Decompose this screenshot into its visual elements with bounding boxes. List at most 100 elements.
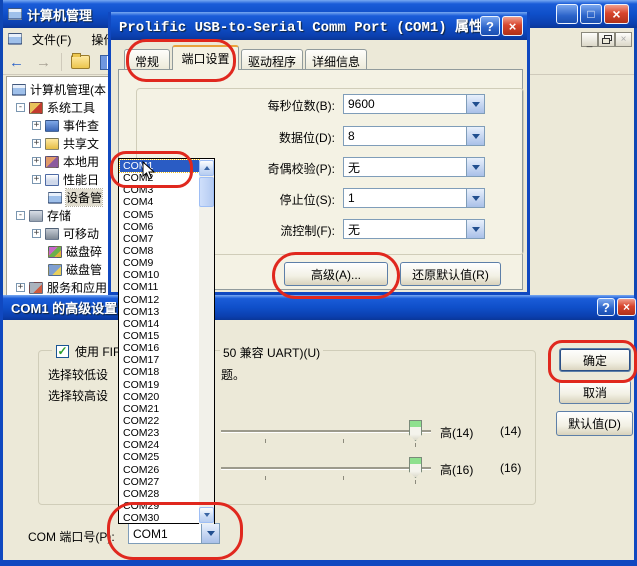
expand-icon[interactable]: + [16,283,25,292]
dropdown-item-com9[interactable]: COM9 [120,257,199,269]
shared-folders-icon [45,138,59,150]
expand-icon[interactable]: + [32,175,41,184]
chevron-down-icon[interactable] [466,127,484,145]
data-bits-combobox[interactable]: 8 [343,126,485,146]
expand-icon[interactable]: + [32,157,41,166]
bits-per-second-combobox[interactable]: 9600 [343,94,485,114]
dropdown-item-com10[interactable]: COM10 [120,269,199,281]
expand-icon[interactable]: + [32,229,41,238]
fifo-caption-right: 50 兼容 UART)(U) [220,344,323,361]
tree-item-shared-folders[interactable]: + 共享文 [32,135,99,152]
tree-item-removable-storage[interactable]: + 可移动 [32,225,99,242]
tab-details[interactable]: 详细信息 [305,49,367,70]
expand-icon[interactable]: + [32,139,41,148]
dialog-close-button[interactable]: × [617,298,636,316]
field-label-databits: 数据位(D): [215,129,335,146]
chevron-down-icon[interactable] [466,158,484,176]
tree-item-event-viewer[interactable]: + 事件查 [32,117,99,134]
dropdown-item-com6[interactable]: COM6 [120,221,199,233]
dropdown-item-com13[interactable]: COM13 [120,306,199,318]
restore-defaults-button[interactable]: 还原默认值(R) [400,262,501,286]
mdi-restore-button[interactable] [598,32,615,47]
main-window-title: 计算机管理 [27,5,92,24]
dropdown-item-com15[interactable]: COM15 [120,330,199,342]
scrollbar-thumb[interactable] [199,177,214,207]
cancel-button[interactable]: 取消 [559,380,631,404]
mdi-minimize-button[interactable]: _ [581,32,598,47]
forward-icon[interactable]: → [36,54,51,71]
collapse-icon[interactable]: - [16,211,25,220]
tree-item-performance[interactable]: + 性能日 [32,171,99,188]
tree-item-system-tools[interactable]: - 系统工具 [16,99,95,116]
advanced-dialog-title: COM1 的高级设置 [11,298,117,317]
up-folder-icon[interactable] [71,55,90,69]
com-port-dropdown-list[interactable]: COM1COM2COM3COM4COM5COM6COM7COM8COM9COM1… [118,158,215,524]
dropdown-item-com8[interactable]: COM8 [120,245,199,257]
tree-label: 设备管 [66,189,102,206]
dropdown-item-com17[interactable]: COM17 [120,354,199,366]
help-button[interactable]: ? [597,298,615,316]
dropdown-item-com27[interactable]: COM27 [120,476,199,488]
expand-icon[interactable]: + [32,121,41,130]
dropdown-items: COM1COM2COM3COM4COM5COM6COM7COM8COM9COM1… [120,160,199,524]
fifo-checkbox[interactable]: ✓ [56,345,69,358]
annotation-com-port-combobox [107,502,243,560]
dropdown-item-com26[interactable]: COM26 [120,464,199,476]
dropdown-item-com18[interactable]: COM18 [120,366,199,378]
dropdown-item-com28[interactable]: COM28 [120,488,199,500]
tree-item-disk-management[interactable]: 磁盘管 [48,261,102,278]
help-button[interactable]: ? [480,16,500,36]
chevron-down-icon[interactable] [466,189,484,207]
dialog-close-button[interactable]: × [502,16,523,36]
minimize-button[interactable]: _ [556,4,578,24]
dropdown-scrollbar[interactable] [199,160,214,524]
maximize-glyph: □ [587,8,594,20]
transmit-buffer-slider-track[interactable] [221,467,431,470]
menu-file[interactable]: 文件(F) [26,29,77,50]
dropdown-item-com20[interactable]: COM20 [120,391,199,403]
chevron-down-icon[interactable] [466,220,484,238]
dropdown-item-com11[interactable]: COM11 [120,281,199,293]
stop-bits-combobox[interactable]: 1 [343,188,485,208]
collapse-icon[interactable]: - [16,103,25,112]
chevron-down-icon[interactable] [466,95,484,113]
receive-buffer-slider-track[interactable] [221,430,431,433]
button-label: 默认值(D) [568,415,621,432]
dropdown-item-com7[interactable]: COM7 [120,233,199,245]
dropdown-item-com21[interactable]: COM21 [120,403,199,415]
hint-high-left: 选择较高设 [48,387,108,404]
receive-buffer-value: 高(14) [440,424,473,441]
removable-storage-icon [45,228,59,240]
dropdown-item-com24[interactable]: COM24 [120,439,199,451]
parity-combobox[interactable]: 无 [343,157,485,177]
properties-dialog-titlebar[interactable]: Prolific USB-to-Serial Comm Port (COM1) … [111,12,527,40]
tree-item-device-manager[interactable]: 设备管 [48,189,102,206]
defaults-button[interactable]: 默认值(D) [556,411,633,436]
close-button[interactable]: × [604,4,629,24]
tree-item-disk-defrag[interactable]: 磁盘碎 [48,243,102,260]
dropdown-item-com22[interactable]: COM22 [120,415,199,427]
field-label-bits: 每秒位数(B): [215,97,335,114]
back-icon[interactable]: ← [9,54,24,71]
tree-root[interactable]: 计算机管理(本 [12,81,106,98]
dropdown-item-com14[interactable]: COM14 [120,318,199,330]
combobox-value: 8 [344,128,466,144]
combobox-value: 无 [344,158,466,177]
mdi-close-button[interactable]: × [615,32,632,47]
dropdown-item-com25[interactable]: COM25 [120,451,199,463]
computer-icon [8,8,22,20]
tree-item-local-users[interactable]: + 本地用 [32,153,99,170]
tree-item-storage[interactable]: - 存储 [16,207,71,224]
maximize-button[interactable]: □ [580,4,602,24]
dropdown-item-com5[interactable]: COM5 [120,209,199,221]
scroll-up-icon[interactable] [199,160,214,176]
dropdown-item-com12[interactable]: COM12 [120,294,199,306]
flow-control-combobox[interactable]: 无 [343,219,485,239]
tree-item-services[interactable]: + 服务和应用 [16,279,107,296]
dropdown-item-com4[interactable]: COM4 [120,196,199,208]
dropdown-item-com16[interactable]: COM16 [120,342,199,354]
dropdown-item-com23[interactable]: COM23 [120,427,199,439]
dropdown-item-com19[interactable]: COM19 [120,379,199,391]
tab-driver[interactable]: 驱动程序 [241,49,303,70]
annotation-advanced-button [272,252,400,299]
